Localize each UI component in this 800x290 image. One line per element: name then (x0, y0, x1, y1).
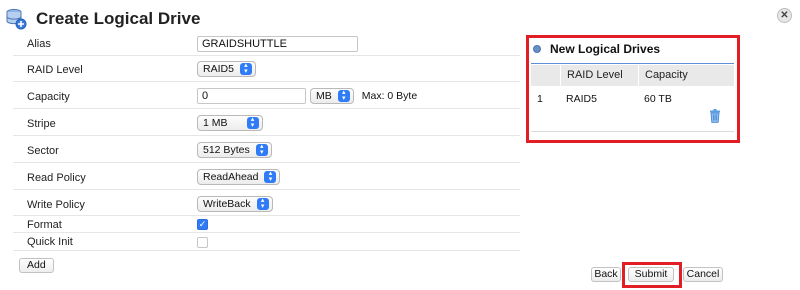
column-header-capacity: Capacity (638, 65, 734, 86)
sector-value: 512 Bytes (203, 144, 250, 156)
stripe-label: Stripe (27, 118, 56, 130)
table-row[interactable]: 1 RAID5 60 TB (531, 93, 734, 105)
quick-init-row: Quick Init (13, 233, 520, 251)
read-policy-label: Read Policy (27, 172, 86, 184)
capacity-max-text: Max: 0 Byte (361, 90, 418, 102)
panel-title: New Logical Drives (550, 42, 661, 56)
dialog-title: Create Logical Drive (36, 9, 201, 28)
row-index: 1 (537, 93, 543, 105)
cancel-button[interactable]: Cancel (683, 267, 723, 282)
stripe-value: 1 MB (203, 117, 228, 129)
column-header-raid-level: RAID Level (560, 65, 638, 86)
chevron-updown-icon: ▴ ▾ (239, 62, 252, 75)
panel-divider (531, 63, 734, 64)
trash-icon[interactable] (709, 109, 721, 123)
write-policy-select[interactable]: WriteBack ▴ ▾ (197, 196, 273, 212)
read-policy-value: ReadAhead (203, 171, 259, 183)
chevron-updown-icon: ▴ ▾ (246, 116, 259, 129)
quick-init-label: Quick Init (27, 236, 73, 248)
chevron-updown-icon: ▴ ▾ (255, 143, 268, 156)
sector-label: Sector (27, 145, 59, 157)
panel-bottom-rule (531, 131, 734, 132)
stripe-row: Stripe 1 MB ▴ ▾ (13, 109, 520, 136)
new-logical-drives-panel: New Logical Drives RAID Level Capacity 1… (531, 40, 735, 138)
back-button[interactable]: Back (591, 267, 621, 282)
read-policy-select[interactable]: ReadAhead ▴ ▾ (197, 169, 281, 185)
alias-row: Alias (13, 32, 520, 56)
format-row: Format ✓ (13, 216, 520, 233)
chevron-updown-icon: ▴ ▾ (337, 89, 350, 102)
row-raid-level: RAID5 (566, 93, 597, 105)
chevron-updown-icon: ▴ ▾ (256, 197, 269, 210)
submit-button[interactable]: Submit (628, 267, 674, 282)
raid-level-value: RAID5 (203, 63, 234, 75)
sector-row: Sector 512 Bytes ▴ ▾ (13, 136, 520, 163)
add-button[interactable]: Add (19, 258, 54, 273)
alias-input[interactable] (197, 36, 358, 52)
raid-level-select[interactable]: RAID5 ▴ ▾ (197, 61, 256, 77)
close-icon[interactable]: ✕ (777, 8, 792, 23)
write-policy-value: WriteBack (203, 198, 251, 210)
collapse-dot-icon[interactable] (533, 45, 541, 53)
write-policy-row: Write Policy WriteBack ▴ ▾ (13, 190, 520, 216)
capacity-unit-value: MB (316, 90, 332, 102)
raid-level-label: RAID Level (27, 64, 83, 76)
write-policy-label: Write Policy (27, 199, 85, 211)
chevron-updown-icon: ▴ ▾ (264, 170, 277, 183)
capacity-unit-select[interactable]: MB ▴ ▾ (310, 88, 354, 104)
database-add-icon (6, 8, 27, 30)
stripe-select[interactable]: 1 MB ▴ ▾ (197, 115, 263, 131)
alias-label: Alias (27, 38, 51, 50)
quick-init-checkbox[interactable] (197, 237, 208, 248)
capacity-input[interactable] (197, 88, 306, 104)
table-header: RAID Level Capacity (531, 65, 734, 86)
format-checkbox[interactable]: ✓ (197, 219, 208, 230)
logical-drive-form: Alias RAID Level RAID5 ▴▾ Capacity MB ▴▾… (13, 32, 520, 251)
capacity-row: Capacity MB ▴▾ Max: 0 Byte (13, 82, 520, 109)
capacity-label: Capacity (27, 91, 70, 103)
read-policy-row: Read Policy ReadAhead ▴ ▾ (13, 163, 520, 190)
row-capacity: 60 TB (644, 93, 672, 105)
raid-level-row: RAID Level RAID5 ▴ ▾ (13, 56, 520, 82)
sector-select[interactable]: 512 Bytes ▴ ▾ (197, 142, 272, 158)
column-header-index (531, 65, 560, 86)
format-label: Format (27, 219, 62, 231)
